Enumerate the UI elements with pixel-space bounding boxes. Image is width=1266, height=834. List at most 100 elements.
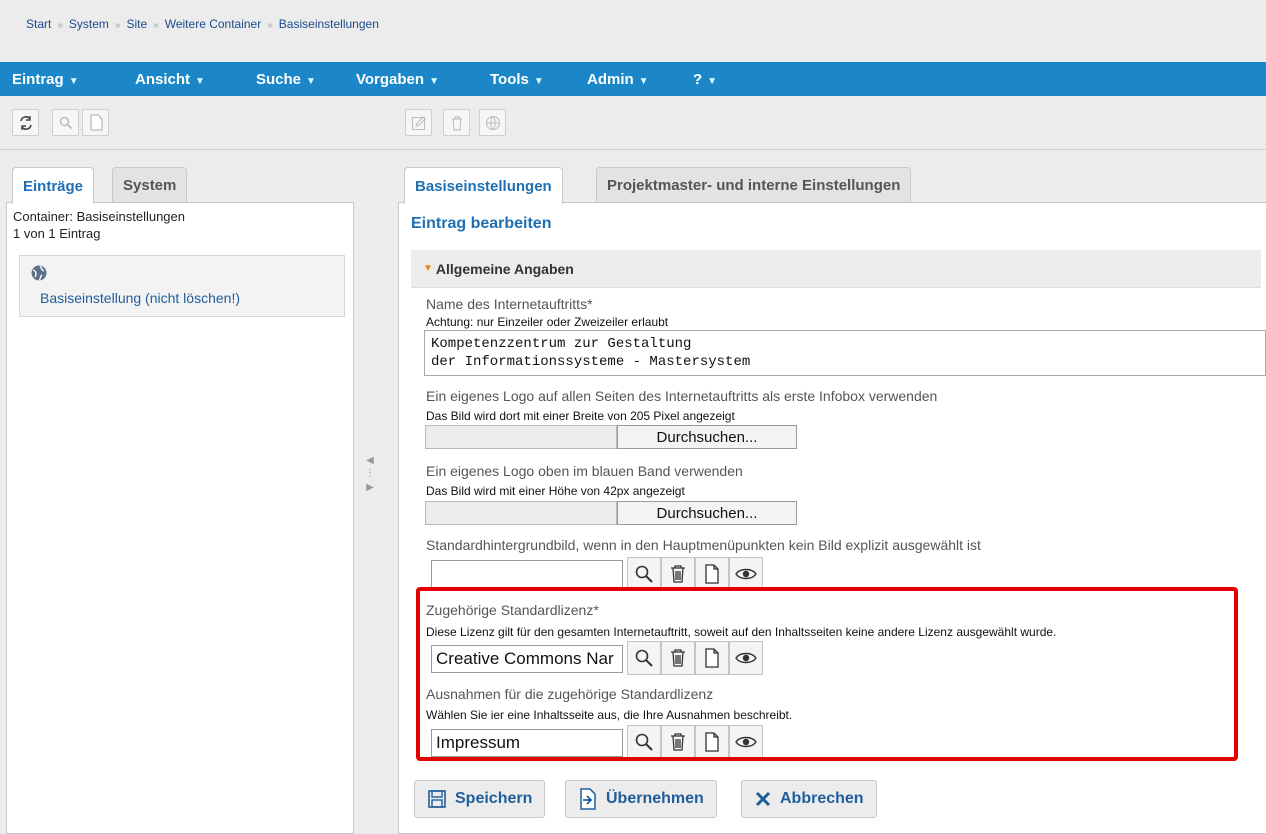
globe-icon [31, 265, 47, 281]
breadcrumb-separator-icon: » [114, 20, 121, 31]
drag-handle-icon: ⋮ [365, 468, 375, 479]
menu-admin[interactable]: Admin ▼ [587, 71, 649, 88]
apply-button-label: Übernehmen [606, 790, 704, 807]
menu-suche[interactable]: Suche ▼ [256, 71, 316, 88]
breadcrumb-bar: Start » System » Site » Weitere Container » Basi… [0, 0, 1266, 62]
trash-icon [671, 565, 685, 583]
logo-band-browse-button[interactable]: Durchsuchen... [617, 501, 797, 525]
search-icon [635, 565, 653, 583]
pencil-icon [411, 115, 426, 130]
section-header[interactable]: ▼ Allgemeine Angaben [411, 250, 1261, 288]
toolbar [0, 97, 1266, 150]
tab-basiseinstellungen-label: Basiseinstellungen [415, 177, 552, 195]
save-button[interactable]: Speichern [414, 780, 546, 818]
breadcrumb-separator-icon: » [267, 20, 273, 31]
chevron-down-icon: ▼ [707, 76, 718, 87]
close-icon [755, 791, 771, 807]
eye-icon [735, 568, 757, 580]
tab-basiseinstellungen[interactable]: Basiseinstellungen [404, 167, 563, 204]
chevron-down-icon: ▼ [306, 76, 316, 87]
background-search-button[interactable] [627, 557, 661, 591]
breadcrumb-separator-icon: » [57, 20, 63, 31]
menu-tools-label: Tools [490, 71, 529, 88]
logo-band-file-input[interactable] [425, 501, 617, 525]
logo-infobox-hint: Das Bild wird dort mit einer Breite von … [426, 409, 735, 423]
menu-help-label: ? [693, 71, 703, 88]
logo-band-hint: Das Bild wird mit einer Höhe von 42px an… [426, 484, 685, 498]
document-arrow-icon [580, 788, 596, 810]
document-icon [89, 114, 103, 131]
list-item[interactable]: Basiseinstellung (nicht löschen!) [19, 255, 345, 317]
cancel-button-label: Abbrechen [780, 790, 864, 807]
highlight-frame [416, 587, 1238, 761]
site-name-hint: Achtung: nur Einzeiler oder Zweizeiler e… [426, 315, 669, 329]
chevron-down-icon: ▼ [429, 76, 439, 87]
background-delete-button[interactable] [661, 557, 695, 591]
globe-icon [485, 115, 500, 130]
site-name-textarea[interactable]: Kompetenzzentrum zur Gestaltung der Info… [424, 330, 1266, 376]
main-menu-bar: Eintrag ▼ Ansicht ▼ Suche ▼ Vorgaben ▼ Tools… [0, 62, 1266, 96]
menu-eintrag[interactable]: Eintrag ▼ [12, 71, 79, 88]
edit-button[interactable] [405, 109, 432, 136]
section-title: Allgemeine Angaben [435, 260, 574, 277]
breadcrumb-item-system[interactable]: System [69, 17, 109, 31]
logo-infobox-label: Ein eigenes Logo auf allen Seiten des In… [426, 388, 938, 404]
tab-projektmaster-label: Projektmaster- und interne Einstellungen [607, 176, 901, 194]
chevron-down-icon: ▼ [68, 76, 79, 87]
apply-button[interactable]: Übernehmen [565, 780, 717, 818]
chevron-down-icon: ▼ [638, 76, 649, 87]
tab-system[interactable]: System [112, 167, 188, 202]
trash-icon [451, 116, 462, 130]
background-preview-button[interactable] [729, 557, 763, 591]
site-name-label: Name des Internetauftritts* [426, 296, 593, 312]
delete-button[interactable] [443, 109, 470, 136]
menu-help[interactable]: ? ▼ [693, 71, 717, 88]
refresh-button[interactable] [12, 109, 39, 136]
entries-panel: Container: Basiseinstellungen 1 von 1 Ei… [6, 202, 354, 834]
menu-tools[interactable]: Tools ▼ [490, 71, 544, 88]
breadcrumb-separator-icon: » [153, 20, 159, 31]
menu-eintrag-label: Eintrag [12, 71, 64, 88]
tab-eintraege-label: Einträge [23, 177, 84, 195]
menu-vorgaben[interactable]: Vorgaben ▼ [356, 71, 439, 88]
tab-projektmaster[interactable]: Projektmaster- und interne Einstellungen [596, 167, 912, 202]
menu-vorgaben-label: Vorgaben [356, 71, 425, 88]
logo-band-label: Ein eigenes Logo oben im blauen Band ver… [426, 463, 743, 479]
save-button-label: Speichern [455, 790, 533, 807]
breadcrumb-item-site[interactable]: Site [126, 17, 147, 31]
breadcrumb-item-start[interactable]: Start [26, 17, 51, 31]
logo-infobox-file-input[interactable] [425, 425, 617, 449]
entry-label: Basiseinstellung (nicht löschen!) [40, 290, 240, 306]
container-label: Container: Basiseinstellungen [13, 209, 185, 224]
publish-button[interactable] [479, 109, 506, 136]
document-icon [705, 564, 719, 584]
pane-splitter[interactable]: ◀ ⋮ ▶ [364, 455, 376, 515]
chevron-down-icon: ▼ [195, 76, 205, 87]
background-label: Standardhintergrundbild, wenn in den Hau… [426, 537, 981, 553]
menu-suche-label: Suche [256, 71, 302, 88]
search-button[interactable] [52, 109, 79, 136]
tab-eintraege[interactable]: Einträge [12, 167, 95, 204]
breadcrumb: Start » System » Site » Weitere Container » Basi… [26, 17, 379, 31]
menu-ansicht[interactable]: Ansicht ▼ [135, 71, 205, 88]
chevron-down-icon: ▼ [533, 76, 544, 87]
entry-count: 1 von 1 Eintrag [13, 226, 101, 241]
breadcrumb-item-weitere-container[interactable]: Weitere Container [165, 17, 262, 31]
page-title: Eintrag bearbeiten [411, 215, 552, 232]
menu-admin-label: Admin [587, 71, 634, 88]
refresh-icon [19, 115, 32, 130]
breadcrumb-item-basiseinstellungen[interactable]: Basiseinstellungen [279, 17, 379, 31]
floppy-disk-icon [428, 790, 446, 808]
logo-infobox-browse-button[interactable]: Durchsuchen... [617, 425, 797, 449]
background-new-button[interactable] [695, 557, 729, 591]
menu-ansicht-label: Ansicht [135, 71, 191, 88]
background-input[interactable] [431, 560, 623, 588]
expand-right-icon: ▶ [366, 482, 374, 493]
caret-down-icon: ▼ [423, 263, 433, 274]
entries-pane: Einträge System Container: Basiseinstell… [6, 167, 354, 834]
cancel-button[interactable]: Abbrechen [741, 780, 877, 818]
search-icon [59, 116, 72, 129]
tab-system-label: System [123, 176, 177, 194]
collapse-left-icon: ◀ [366, 455, 374, 466]
new-document-button[interactable] [82, 109, 109, 136]
